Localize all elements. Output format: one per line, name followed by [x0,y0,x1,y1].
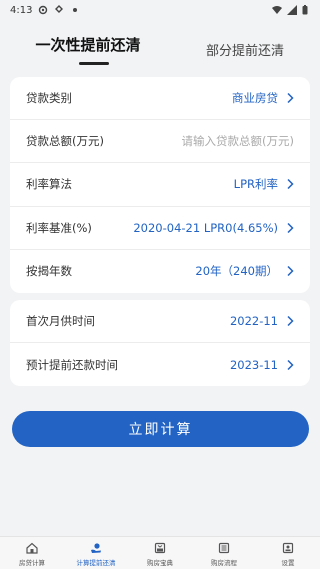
status-time: 4:13 [10,4,33,16]
nav-item-process[interactable]: 购房流程 [192,542,256,567]
chevron-right-icon [286,265,294,277]
dot-status-icon [70,5,80,15]
chevron-right-icon [286,359,294,371]
hand-coin-icon [90,542,102,554]
chevron-right-icon [286,315,294,327]
loan-amount-row: 贷款总额(万元) 请输入贷款总额(万元) [10,120,310,164]
rate-method-row[interactable]: 利率算法 LPR利率 [10,163,310,207]
prepayment-date-label: 预计提前还款时间 [26,357,118,372]
sync-status-icon [54,5,64,15]
nav-label-settings: 设置 [281,559,295,567]
mortgage-years-select[interactable]: 20年（240期） [195,263,294,279]
loan-amount-label: 贷款总额(万元) [26,134,104,149]
first-payment-value: 2022-11 [229,314,278,328]
loan-type-row[interactable]: 贷款类别 商业房贷 [10,77,310,121]
wifi-icon [272,5,282,15]
rate-base-row[interactable]: 利率基准(%) 2020-04-21 LPR0(4.65%) [10,207,310,250]
first-payment-select[interactable]: 2022-11 [230,314,294,328]
house-calculator-icon [26,542,38,554]
nav-item-prepayment[interactable]: 计算提前还清 [64,542,128,567]
battery-icon [302,5,312,15]
nav-label-prepayment: 计算提前还清 [76,559,116,567]
chevron-right-icon [286,222,294,234]
book-icon [154,542,166,554]
mortgage-years-label: 按揭年数 [26,264,72,279]
list-icon [218,542,230,554]
rate-method-value: LPR利率 [233,177,278,192]
rate-base-value: 2020-04-21 LPR0(4.65%) [133,220,278,235]
loan-amount-input[interactable]: 请输入贷款总额(万元) [182,133,294,149]
nav-item-handbook[interactable]: 购房宝典 [128,542,192,567]
tab-full-prepayment[interactable]: 一次性提前还清 [28,34,148,55]
mortgage-years-row[interactable]: 按揭年数 20年（240期） [10,250,310,293]
rate-method-label: 利率算法 [26,177,72,192]
nav-label-mortgage-calc: 房贷计算 [19,559,45,567]
mortgage-years-value: 20年（240期） [195,264,278,279]
rate-base-label: 利率基准(%) [26,220,92,235]
gear-status-icon [38,5,48,15]
calculate-button[interactable]: 立即计算 [12,411,309,447]
prepayment-date-select[interactable]: 2023-11 [230,358,294,372]
first-payment-row[interactable]: 首次月供时间 2022-11 [10,300,310,343]
nav-label-process: 购房流程 [211,559,237,567]
rate-base-select[interactable]: 2020-04-21 LPR0(4.65%) [133,221,294,235]
tab-bar: 一次性提前还清 部分提前还清 [0,22,320,66]
date-form-card: 首次月供时间 2022-11 预计提前还款时间 2023-11 [10,300,310,386]
nav-item-mortgage-calc[interactable]: 房贷计算 [0,542,64,567]
first-payment-label: 首次月供时间 [26,314,95,328]
rate-method-select[interactable]: LPR利率 [234,176,294,192]
bottom-nav: 房贷计算 计算提前还清 购房宝典 购房流程 设置 [0,536,320,569]
settings-icon [282,542,294,554]
loan-form-card: 贷款类别 商业房贷 贷款总额(万元) 请输入贷款总额(万元) 利率算法 LPR利… [10,77,310,293]
nav-label-handbook: 购房宝典 [147,559,173,567]
tab-partial-prepayment[interactable]: 部分提前还清 [190,40,300,59]
prepayment-date-row[interactable]: 预计提前还款时间 2023-11 [10,343,310,386]
nav-item-settings[interactable]: 设置 [256,542,320,567]
chevron-right-icon [286,92,294,104]
loan-type-select[interactable]: 商业房贷 [232,90,294,106]
tab-active-indicator [79,62,109,65]
loan-type-value: 商业房贷 [232,91,278,106]
chevron-right-icon [286,178,294,190]
loan-type-label: 贷款类别 [26,91,72,106]
prepayment-date-value: 2023-11 [229,357,278,372]
status-left: 4:13 [10,5,80,16]
signal-icon [287,5,297,15]
status-right [272,5,312,15]
status-bar: 4:13 [0,0,320,20]
